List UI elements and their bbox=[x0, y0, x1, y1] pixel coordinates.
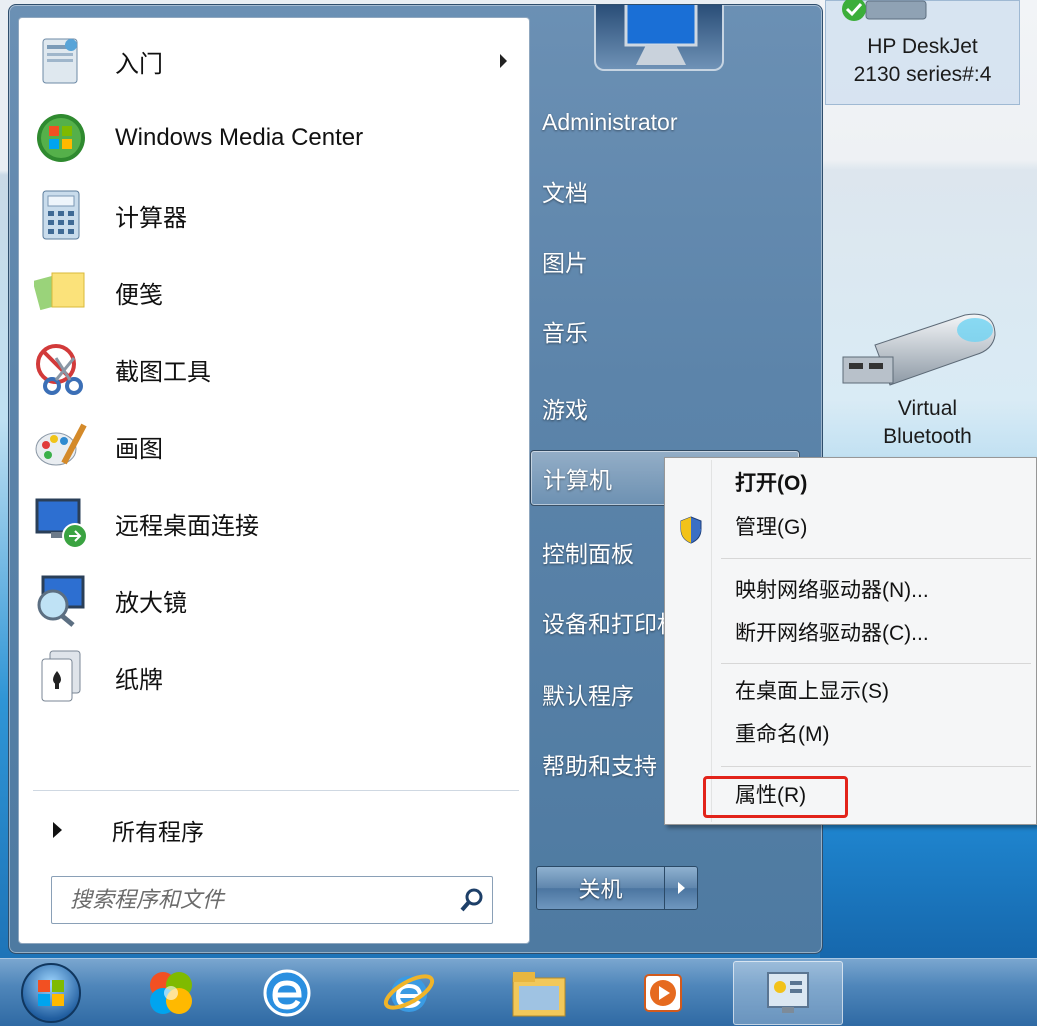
menu-separator bbox=[721, 766, 1031, 767]
context-menu-gutter bbox=[711, 460, 712, 822]
program-sticky-notes[interactable]: 便笺 bbox=[33, 257, 523, 327]
desktop-icon-bluetooth[interactable]: Virtual Bluetooth bbox=[835, 305, 1020, 465]
shutdown-options-button[interactable] bbox=[665, 867, 697, 909]
program-snipping-tool[interactable]: 截图工具 bbox=[33, 334, 523, 404]
color-pinwheel-icon bbox=[150, 972, 192, 1014]
program-label: 画图 bbox=[115, 435, 163, 463]
menu-item-map-network-drive[interactable]: 映射网络驱动器(N)... bbox=[735, 573, 929, 609]
triangle-right-icon bbox=[53, 822, 62, 838]
user-picture[interactable] bbox=[594, 5, 724, 71]
menu-item-rename[interactable]: 重命名(M) bbox=[735, 717, 829, 753]
desktop-icon-printer[interactable]: HP DeskJet 2130 series#:4 bbox=[825, 0, 1020, 105]
bluetooth-label-line1: Virtual bbox=[897, 397, 958, 420]
program-label: 计算器 bbox=[115, 204, 187, 232]
program-label: 入门 bbox=[115, 50, 163, 78]
internet-explorer-icon bbox=[383, 974, 435, 1012]
right-item-pictures[interactable]: 图片 bbox=[530, 233, 800, 289]
taskbar-app-browser[interactable] bbox=[232, 959, 342, 1026]
all-programs-button[interactable]: 所有程序 bbox=[33, 806, 523, 854]
taskbar-app-control-panel[interactable] bbox=[733, 961, 843, 1025]
program-getting-started[interactable]: 入门 bbox=[33, 26, 523, 96]
start-button[interactable] bbox=[14, 962, 88, 1024]
windows-media-center-icon bbox=[33, 110, 89, 166]
taskbar-app-media-player[interactable] bbox=[608, 959, 718, 1026]
programs-pane: 入门 Windows Media Center 计算器 便笺 截图工具 画图 远… bbox=[18, 17, 530, 944]
printer-label-line2: 2130 series#:4 bbox=[853, 63, 992, 86]
media-player-icon bbox=[644, 974, 682, 1012]
uac-shield-icon bbox=[679, 516, 703, 549]
program-label: 放大镜 bbox=[115, 589, 187, 617]
program-windows-media-center[interactable]: Windows Media Center bbox=[33, 103, 523, 173]
bluetooth-label-line2: Bluetooth bbox=[883, 425, 972, 448]
arrow-right-icon bbox=[677, 882, 685, 894]
sticky-notes-icon bbox=[33, 264, 89, 320]
control-panel-icon bbox=[767, 972, 809, 1013]
solitaire-icon bbox=[33, 649, 89, 705]
file-explorer-icon bbox=[512, 972, 566, 1017]
program-paint[interactable]: 画图 bbox=[33, 411, 523, 481]
taskbar bbox=[0, 958, 1037, 1026]
context-menu: 打开(O) 管理(G) 映射网络驱动器(N)... 断开网络驱动器(C)... … bbox=[664, 457, 1037, 825]
program-remote-desktop[interactable]: 远程桌面连接 bbox=[33, 488, 523, 558]
right-item-games[interactable]: 游戏 bbox=[530, 380, 800, 436]
usb-drive-icon bbox=[842, 313, 996, 386]
magnifier-icon bbox=[33, 572, 89, 628]
menu-item-manage[interactable]: 管理(G) bbox=[735, 510, 807, 546]
shutdown-button[interactable]: 关机 bbox=[537, 867, 665, 909]
menu-item-open[interactable]: 打开(O) bbox=[735, 466, 807, 502]
menu-item-disconnect-network-drive[interactable]: 断开网络驱动器(C)... bbox=[735, 616, 929, 652]
menu-separator bbox=[721, 558, 1031, 559]
program-magnifier[interactable]: 放大镜 bbox=[33, 565, 523, 635]
program-label: 远程桌面连接 bbox=[115, 512, 259, 540]
printer-label-line1: HP DeskJet bbox=[867, 35, 978, 58]
getting-started-icon bbox=[33, 33, 89, 89]
right-item-administrator[interactable]: Administrator bbox=[530, 94, 800, 150]
programs-separator bbox=[33, 790, 519, 791]
program-calculator[interactable]: 计算器 bbox=[33, 180, 523, 250]
submenu-arrow-icon bbox=[500, 54, 507, 68]
all-programs-label: 所有程序 bbox=[112, 819, 204, 845]
program-label: 便笺 bbox=[115, 281, 163, 309]
start-orb-icon bbox=[21, 963, 81, 1023]
search-icon[interactable] bbox=[452, 880, 492, 920]
browser-e-icon bbox=[263, 969, 311, 1017]
printer-icon bbox=[842, 0, 927, 21]
menu-item-show-on-desktop[interactable]: 在桌面上显示(S) bbox=[735, 674, 889, 710]
search-input[interactable] bbox=[70, 880, 452, 920]
search-box[interactable] bbox=[51, 876, 493, 924]
taskbar-app-explorer[interactable] bbox=[484, 959, 594, 1026]
paint-icon bbox=[33, 418, 89, 474]
right-item-documents[interactable]: 文档 bbox=[530, 163, 800, 219]
taskbar-app-internet-explorer[interactable] bbox=[354, 959, 464, 1026]
monitor-icon bbox=[624, 5, 698, 65]
snipping-tool-icon bbox=[33, 341, 89, 397]
calculator-icon bbox=[33, 187, 89, 243]
program-label: 纸牌 bbox=[115, 666, 163, 694]
right-item-music[interactable]: 音乐 bbox=[530, 303, 800, 359]
menu-separator bbox=[721, 663, 1031, 664]
shutdown-button-group: 关机 bbox=[536, 866, 698, 910]
taskbar-app-pinwheel[interactable] bbox=[116, 959, 226, 1026]
program-solitaire[interactable]: 纸牌 bbox=[33, 642, 523, 712]
remote-desktop-icon bbox=[33, 495, 89, 551]
program-label: 截图工具 bbox=[115, 358, 211, 386]
program-label: Windows Media Center bbox=[115, 124, 364, 151]
properties-highlight-box bbox=[703, 776, 848, 818]
